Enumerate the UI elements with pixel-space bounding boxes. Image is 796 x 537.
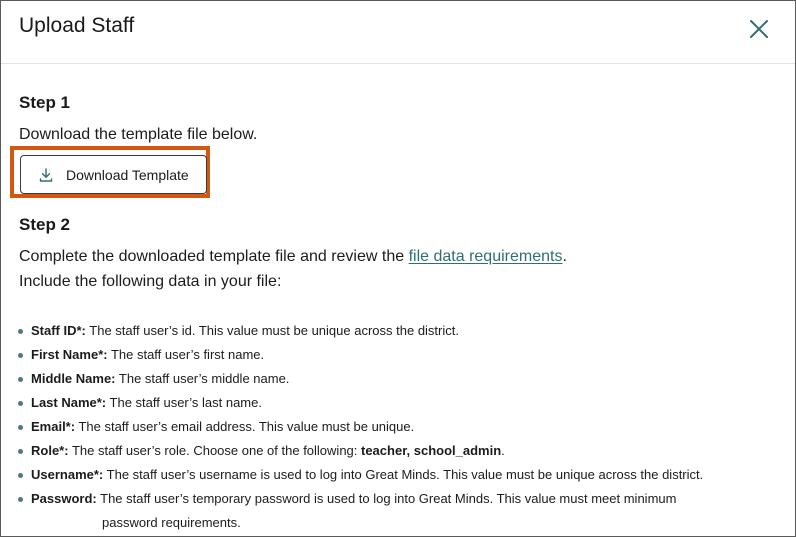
field-description: The staff user’s email address. This val… bbox=[75, 419, 415, 434]
field-description-continued: password requirements. bbox=[102, 515, 241, 530]
list-item: Middle Name: The staff user’s middle nam… bbox=[1, 367, 795, 391]
list-item: First Name*: The staff user’s first name… bbox=[1, 343, 795, 367]
bullet bbox=[18, 473, 23, 478]
step2-instruction-suffix: . bbox=[562, 248, 567, 265]
field-description-end: . bbox=[501, 443, 505, 458]
close-button[interactable] bbox=[747, 17, 771, 41]
field-name: Role*: bbox=[31, 443, 69, 458]
list-item: Password: The staff user’s temporary pas… bbox=[1, 487, 795, 535]
bullet bbox=[18, 377, 23, 382]
field-description: The staff user’s role. Choose one of the… bbox=[68, 443, 361, 458]
upload-staff-dialog: Upload Staff Step 1 Download the templat… bbox=[0, 0, 796, 537]
step2-instruction: Complete the downloaded template file an… bbox=[19, 248, 567, 266]
step1-title: Step 1 bbox=[19, 93, 71, 112]
field-name: Staff ID*: bbox=[31, 323, 86, 338]
download-template-label: Download Template bbox=[66, 167, 189, 183]
field-description: The staff user’s middle name. bbox=[115, 371, 290, 386]
field-description: The staff user’s id. This value must be … bbox=[85, 323, 459, 338]
step2-include-text: Include the following data in your file: bbox=[19, 273, 282, 290]
step2-title: Step 2 bbox=[19, 215, 71, 234]
bullet bbox=[18, 401, 23, 406]
file-data-requirements-link[interactable]: file data requirements bbox=[409, 248, 563, 265]
download-template-button[interactable]: Download Template bbox=[20, 155, 207, 194]
bullet bbox=[18, 425, 23, 430]
field-description: The staff user’s temporary password is u… bbox=[96, 491, 677, 506]
bullet bbox=[18, 353, 23, 358]
list-item: Role*: The staff user’s role. Choose one… bbox=[1, 439, 795, 463]
field-name: Email*: bbox=[31, 419, 76, 434]
step1-instruction: Download the template file below. bbox=[19, 126, 258, 143]
dialog-header: Upload Staff bbox=[1, 1, 795, 64]
close-icon bbox=[750, 20, 768, 38]
field-name: Last Name*: bbox=[31, 395, 107, 410]
list-item: Staff ID*: The staff user’s id. This val… bbox=[1, 319, 795, 343]
step2-instruction-prefix: Complete the downloaded template file an… bbox=[19, 248, 409, 265]
field-name: Username*: bbox=[31, 467, 104, 482]
field-name: Middle Name: bbox=[31, 371, 116, 386]
download-icon bbox=[39, 168, 53, 182]
bullet bbox=[18, 497, 23, 502]
field-description: The staff user’s username is used to log… bbox=[103, 467, 704, 482]
requirements-list: Staff ID*: The staff user’s id. This val… bbox=[1, 319, 795, 535]
field-name: Password: bbox=[31, 491, 97, 506]
field-name: First Name*: bbox=[31, 347, 108, 362]
list-item: Username*: The staff user’s username is … bbox=[1, 463, 795, 487]
list-item: Email*: The staff user’s email address. … bbox=[1, 415, 795, 439]
bullet bbox=[18, 449, 23, 454]
list-item: Last Name*: The staff user’s last name. bbox=[1, 391, 795, 415]
field-description: The staff user’s first name. bbox=[107, 347, 265, 362]
dialog-title: Upload Staff bbox=[19, 14, 135, 37]
field-description: The staff user’s last name. bbox=[106, 395, 262, 410]
bullet bbox=[18, 329, 23, 334]
role-options: teacher, school_admin bbox=[361, 443, 502, 458]
